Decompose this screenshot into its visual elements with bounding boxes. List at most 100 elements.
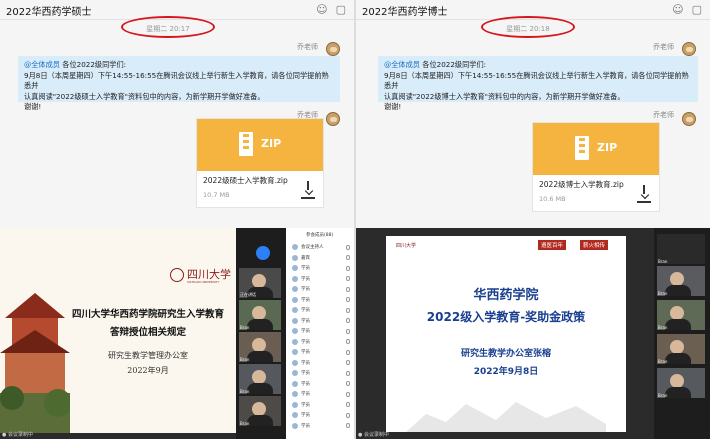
- participant-avatar: [292, 359, 298, 366]
- video-tile[interactable]: Bran: [239, 396, 281, 426]
- video-tile[interactable]: Bran: [239, 364, 281, 394]
- file-size: 10.6 MB: [539, 195, 566, 203]
- microphone-icon[interactable]: [346, 276, 350, 281]
- avatar[interactable]: [326, 42, 340, 56]
- message-line: 谢谢!: [384, 102, 402, 111]
- sender-name: 乔老师: [653, 111, 674, 119]
- participant-name: 学员: [301, 308, 310, 313]
- microphone-icon[interactable]: [346, 423, 350, 428]
- message-bubble[interactable]: @全体成员 各位2022级同学们: 9月8日（本周星期四）下午14:55-16:…: [18, 56, 340, 111]
- video-tile-name: Bran: [658, 325, 668, 330]
- participant-avatar: [292, 286, 298, 292]
- participant-row[interactable]: 学员: [292, 379, 350, 389]
- video-tile[interactable]: Bran: [657, 334, 705, 364]
- video-tile[interactable]: Bran: [657, 266, 705, 296]
- participant-row[interactable]: 学员: [292, 305, 350, 315]
- message-line: 认真阅读"2022级硕士入学教育"资料包中的内容，为新学期开学做好准备。: [24, 91, 265, 101]
- participant-name: 学员: [301, 402, 310, 408]
- participant-row[interactable]: 学员: [292, 389, 350, 399]
- microphone-icon[interactable]: [346, 370, 350, 376]
- microphone-icon[interactable]: [346, 381, 350, 386]
- participant-avatar: [292, 380, 298, 387]
- folder-icon[interactable]: ▢: [692, 3, 702, 16]
- microphone-icon[interactable]: [346, 349, 350, 355]
- participant-row[interactable]: 学员: [292, 337, 350, 347]
- microphone-icon[interactable]: [346, 307, 350, 313]
- mention-all[interactable]: @全体成员: [384, 60, 420, 69]
- participant-row[interactable]: 学员: [292, 284, 350, 294]
- microphone-icon[interactable]: [346, 286, 350, 292]
- video-tile[interactable]: Bran: [657, 300, 705, 330]
- message-bubble[interactable]: @全体成员 各位2022级同学们: 9月8日（本周星期四）下午14:55-16:…: [378, 56, 698, 111]
- download-icon-base: [637, 201, 651, 203]
- participant-row[interactable]: 学员: [292, 295, 350, 305]
- message-line: 各位2022级同学们:: [62, 60, 127, 69]
- microphone-icon[interactable]: [346, 339, 350, 344]
- participant-avatar: [292, 254, 298, 261]
- speaker-indicator: [256, 246, 270, 260]
- participant-row[interactable]: 学员: [292, 358, 350, 368]
- slide-tag: 遵医百年: [538, 240, 567, 250]
- microphone-icon[interactable]: [346, 255, 350, 260]
- video-tile[interactable]: 正在讲话: [239, 268, 281, 298]
- participant-row[interactable]: 会议主持人: [292, 242, 350, 252]
- participant-avatar: [292, 338, 298, 345]
- file-size: 10.7 MB: [203, 191, 230, 199]
- participant-row[interactable]: 学员: [292, 368, 350, 378]
- video-tile-name: Bran: [240, 421, 250, 426]
- microphone-icon[interactable]: [346, 297, 350, 302]
- download-icon[interactable]: [301, 181, 315, 197]
- recording-status: ● 会议录制中: [358, 432, 389, 438]
- slide-date: 2022年9月: [127, 366, 169, 375]
- microphone-icon[interactable]: [346, 328, 350, 334]
- sender-name: 乔老师: [653, 43, 674, 51]
- participant-list-header: 参会成员(88): [306, 233, 334, 238]
- presentation-slide: 四川大学 SICHUAN UNIVERSITY 四川大学华西药学院研究生入学教育…: [0, 228, 236, 433]
- microphone-icon[interactable]: [346, 360, 350, 365]
- participant-row[interactable]: 学员: [292, 410, 350, 420]
- folder-icon[interactable]: ▢: [336, 3, 346, 16]
- zip-icon: [239, 132, 253, 156]
- video-tile[interactable]: Bran: [657, 234, 705, 264]
- slide-date: 2022年9月8日: [473, 367, 539, 377]
- video-tile-name: Bran: [240, 389, 250, 394]
- avatar[interactable]: [682, 42, 696, 56]
- campus-sketch: [406, 402, 606, 432]
- avatar[interactable]: [682, 112, 696, 126]
- chat-panel-masters: 2022华西药学硕士 ☺ ▢ 星期二 20:17 乔老师 @全体成员 各位202…: [0, 0, 354, 228]
- microphone-icon[interactable]: [346, 244, 350, 250]
- participant-avatar: [292, 401, 298, 408]
- add-member-icon[interactable]: ☺: [672, 3, 683, 16]
- participant-row[interactable]: 学员: [292, 421, 350, 431]
- video-tile-name: Bran: [240, 325, 250, 330]
- participant-name: 学员: [301, 287, 310, 292]
- video-tile[interactable]: Bran: [239, 300, 281, 330]
- microphone-icon[interactable]: [346, 412, 350, 418]
- add-member-icon[interactable]: ☺: [316, 3, 327, 16]
- download-icon[interactable]: [637, 185, 651, 201]
- participant-row[interactable]: 学员: [292, 274, 350, 284]
- microphone-icon[interactable]: [346, 402, 350, 407]
- microphone-icon[interactable]: [346, 265, 350, 271]
- participant-avatar: [292, 370, 298, 376]
- microphone-icon[interactable]: [346, 318, 350, 323]
- participant-row[interactable]: 学员: [292, 263, 350, 273]
- participant-row[interactable]: 学员: [292, 316, 350, 326]
- participant-row[interactable]: 嘉宾: [292, 253, 350, 263]
- participant-avatar: [292, 328, 298, 334]
- participant-row[interactable]: 学员: [292, 347, 350, 357]
- file-attachment[interactable]: ZIP 2022级博士入学教育.zip 10.6 MB: [532, 122, 660, 212]
- participant-name: 学员: [301, 360, 310, 366]
- video-tile[interactable]: Bran: [657, 368, 705, 398]
- file-type-label: ZIP: [597, 141, 618, 154]
- video-tile[interactable]: Bran: [239, 332, 281, 362]
- highlight-oval: [481, 16, 575, 38]
- participant-row[interactable]: 学员: [292, 326, 350, 336]
- slide-tag: 薪火相传: [580, 240, 609, 250]
- participant-row[interactable]: 学员: [292, 400, 350, 410]
- participant-name: 会议主持人: [301, 245, 324, 250]
- mention-all[interactable]: @全体成员: [24, 60, 60, 69]
- avatar[interactable]: [326, 112, 340, 126]
- microphone-icon[interactable]: [346, 391, 350, 397]
- file-attachment[interactable]: ZIP 2022级硕士入学教育.zip 10.7 MB: [196, 118, 324, 208]
